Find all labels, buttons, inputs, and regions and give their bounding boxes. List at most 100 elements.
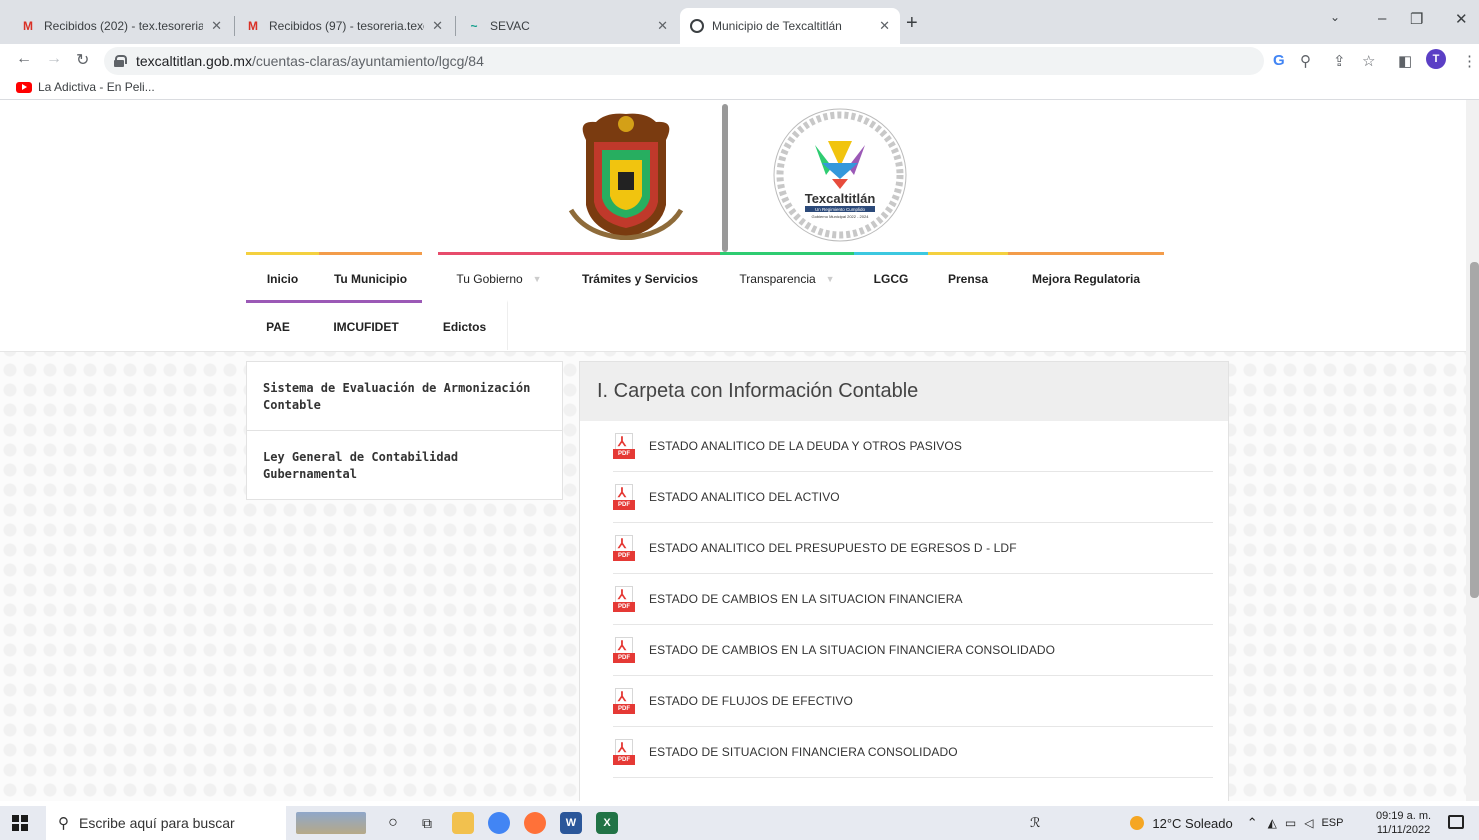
menu-kebab-icon[interactable]: ⋮ [1462,52,1477,70]
document-link[interactable]: ESTADO DE FLUJOS DE EFECTIVO [649,694,853,708]
close-tab-icon[interactable]: ✕ [657,18,668,34]
system-tray: ℛ 12°C Soleado ⌃ ◭ ▭ ◁ ESP [1030,806,1343,840]
cortana-icon[interactable]: ○ [382,812,404,834]
nav-mejora-regulatoria[interactable]: Mejora Regulatoria [1008,252,1164,302]
side-panel-icon[interactable]: ◧ [1398,52,1412,70]
people-icon[interactable]: ℛ [1030,815,1040,831]
youtube-icon [16,81,32,93]
tab-gmail-2[interactable]: M Recibidos (97) - tesoreria.texcalti ✕ [235,8,453,44]
sidebar-item-lgcg[interactable]: Ley General de Contabilidad Gubernamenta… [247,431,562,499]
document-link[interactable]: ESTADO DE CAMBIOS EN LA SITUACION FINANC… [649,643,1055,657]
document-list: ⅄ PDF ESTADO ANALITICO DE LA DEUDA Y OTROS… [613,421,1213,778]
tab-search-icon[interactable]: ⌄ [1330,10,1340,24]
reload-button[interactable]: ↻ [76,50,89,70]
document-link[interactable]: ESTADO DE CAMBIOS EN LA SITUACION FINANC… [649,592,963,606]
bookmark-star-icon[interactable]: ☆ [1362,52,1375,70]
browser-toolbar: ← → ↻ texcaltitlan.gob.mx/cuentas-claras… [0,44,1479,78]
nav-label: LGCG [873,271,909,286]
task-view-icon[interactable]: ⧉ [416,812,438,834]
nav-label: PAE [266,319,290,334]
address-bar[interactable]: texcaltitlan.gob.mx/cuentas-claras/ayunt… [104,47,1264,75]
taskbar-search[interactable]: ⚲ Escribe aquí para buscar [46,806,286,840]
texcaltitlan-logo: Texcaltitlán Un Regimiento Cumplido Gobi… [773,108,907,242]
new-tab-button[interactable]: + [906,12,918,35]
nav-pae[interactable]: PAE [246,300,310,350]
sidebar-item-sevac[interactable]: Sistema de Evaluación de Armonización Co… [247,362,562,431]
forward-button[interactable]: → [46,50,62,68]
notifications-icon[interactable] [1448,815,1464,829]
nav-label: IMCUFIDET [333,319,399,334]
document-row[interactable]: ⅄ PDF ESTADO DE SITUACION FINANCIERA CONSO… [613,727,1213,778]
tab-title: Recibidos (97) - tesoreria.texcalti [269,19,424,33]
tab-title: SEVAC [490,19,530,33]
profile-avatar[interactable]: T [1426,49,1446,69]
bookmark-label: La Adictiva - En Peli... [38,80,155,94]
network-icon[interactable]: ◭ [1268,816,1277,830]
document-link[interactable]: ESTADO DE SITUACION FINANCIERA CONSOLIDA… [649,745,958,759]
nav-tramites-servicios[interactable]: Trámites y Servicios [560,252,720,302]
nav-prensa[interactable]: Prensa [928,252,1008,302]
site-header: Texcaltitlán Un Regimiento Cumplido Gobi… [0,100,1466,352]
page-viewport: Texcaltitlán Un Regimiento Cumplido Gobi… [0,100,1466,801]
tab-municipio[interactable]: Municipio de Texcaltitlán ✕ [680,8,900,44]
document-link[interactable]: ESTADO ANALITICO DE LA DEUDA Y OTROS PAS… [649,439,962,453]
nav-label: Mejora Regulatoria [1031,271,1141,286]
document-link[interactable]: ESTADO ANALITICO DEL ACTIVO [649,490,840,504]
close-window-button[interactable]: ✕ [1455,10,1468,28]
minimize-button[interactable]: – [1378,10,1386,27]
language-indicator[interactable]: ESP [1321,817,1343,829]
nav-transparencia[interactable]: Transparencia ▼ [720,252,854,302]
bookmark-item[interactable]: La Adictiva - En Peli... [16,80,155,94]
sidebar: Sistema de Evaluación de Armonización Co… [246,361,563,500]
document-row[interactable]: ⅄ PDF ESTADO DE CAMBIOS EN LA SITUACION FI… [613,625,1213,676]
google-translate-icon[interactable]: G [1273,52,1285,69]
document-row[interactable]: ⅄ PDF ESTADO ANALITICO DEL ACTIVO [613,472,1213,523]
document-link[interactable]: ESTADO ANALITICO DEL PRESUPUESTO DE EGRE… [649,541,1017,555]
nav-lgcg[interactable]: LGCG [854,252,928,302]
nav-tu-gobierno[interactable]: Tu Gobierno ▼ [438,252,560,302]
nav-label: Inicio [266,271,299,286]
close-tab-icon[interactable]: ✕ [432,18,443,34]
nav-label: Tu Gobierno [456,271,523,286]
share-icon[interactable]: ⇪ [1333,52,1346,70]
restore-button[interactable]: ❐ [1410,10,1423,28]
document-row[interactable]: ⅄ PDF ESTADO DE FLUJOS DE EFECTIVO [613,676,1213,727]
battery-icon[interactable]: ▭ [1285,816,1296,830]
nav-label: Prensa [947,271,989,286]
coat-of-arms-logo [568,113,684,240]
back-button[interactable]: ← [16,50,32,68]
document-row[interactable]: ⅄ PDF ESTADO DE CAMBIOS EN LA SITUACION FI… [613,574,1213,625]
lock-icon[interactable] [114,55,127,67]
gmail-icon: M [23,19,33,33]
word-icon[interactable]: W [560,812,582,834]
document-row[interactable]: ⅄ PDF ESTADO ANALITICO DEL PRESUPUESTO DE … [613,523,1213,574]
url-host: texcaltitlan.gob.mx [136,53,252,69]
document-row[interactable]: ⅄ PDF ESTADO ANALITICO DE LA DEUDA Y OTROS… [613,421,1213,472]
nav-label: Trámites y Servicios [581,271,699,286]
zoom-icon[interactable]: ⚲ [1300,52,1311,70]
chevron-up-icon[interactable]: ⌃ [1247,815,1258,831]
tab-sevac[interactable]: ~ SEVAC ✕ [456,8,678,44]
search-icon: ⚲ [58,815,69,832]
tab-gmail-1[interactable]: M Recibidos (202) - tex.tesoreria19... ✕ [10,8,232,44]
weather-text[interactable]: 12°C Soleado [1152,816,1232,831]
news-widget-icon[interactable] [296,812,366,834]
pdf-icon: ⅄ PDF [613,586,635,612]
nav-edictos[interactable]: Edictos [422,300,508,350]
nav-inicio[interactable]: Inicio [246,252,319,302]
firefox-icon[interactable] [524,812,546,834]
chrome-icon[interactable] [488,812,510,834]
nav-imcufidet[interactable]: IMCUFIDET [310,300,422,350]
volume-icon[interactable]: ◁ [1304,816,1313,830]
close-tab-icon[interactable]: ✕ [879,18,890,34]
nav-tu-municipio[interactable]: Tu Municipio [319,252,422,302]
excel-icon[interactable]: X [596,812,618,834]
close-tab-icon[interactable]: ✕ [211,18,222,34]
pdf-icon: ⅄ PDF [613,484,635,510]
system-clock[interactable]: 09:19 a. m. 11/11/2022 [1376,809,1431,837]
scrollbar-thumb[interactable] [1470,262,1479,598]
file-explorer-icon[interactable] [452,812,474,834]
header-divider [722,104,728,252]
sevac-icon: ~ [470,19,478,33]
windows-start-icon[interactable] [12,815,28,831]
